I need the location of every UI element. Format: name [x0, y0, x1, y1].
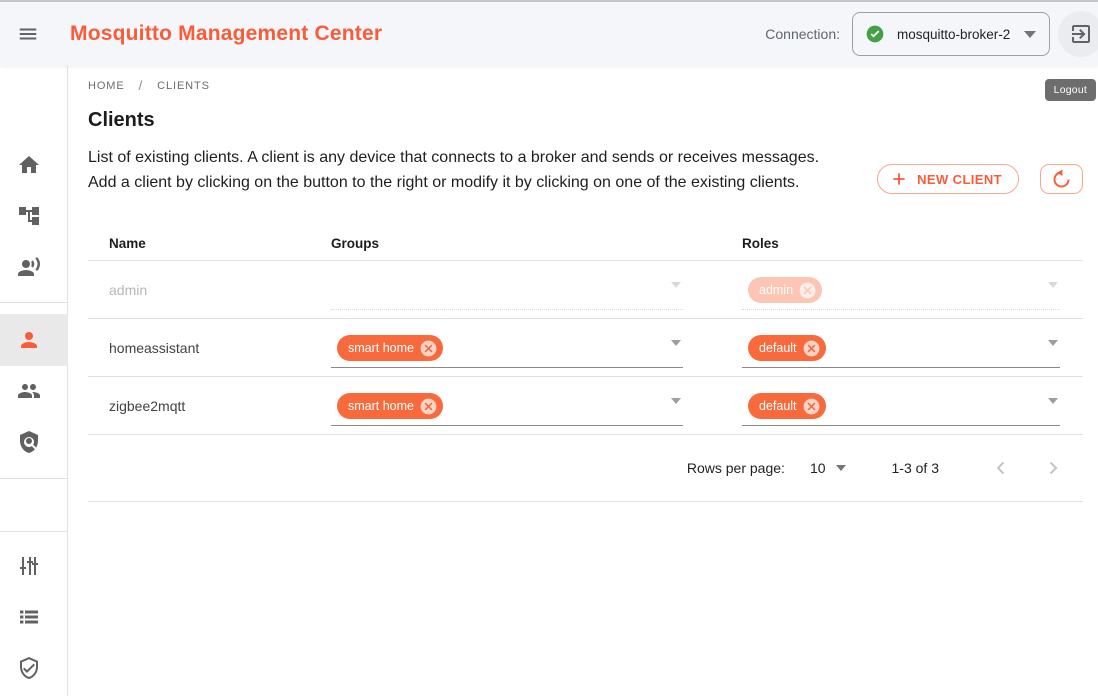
logout-icon [1069, 22, 1093, 46]
sidebar-item-topology[interactable] [0, 190, 68, 242]
refresh-icon [1051, 169, 1072, 190]
main-content: HOME / CLIENTS Clients List of existing … [68, 66, 1098, 696]
chip-delete-icon[interactable] [802, 397, 821, 416]
chevron-down-icon [671, 340, 681, 346]
groups-select[interactable]: smart home [331, 386, 683, 426]
breadcrumb-current: CLIENTS [157, 80, 210, 92]
rows-per-page-label: Rows per page: [687, 460, 785, 476]
chip-label: smart home [348, 399, 414, 413]
rows-per-page-select[interactable]: 10 [810, 460, 846, 476]
sidebar-item-home[interactable] [0, 139, 68, 191]
shield-check-icon [17, 656, 41, 680]
chip-delete-icon[interactable] [419, 397, 438, 416]
previous-page-button[interactable] [981, 448, 1021, 488]
roles-select[interactable]: default [742, 328, 1060, 368]
chevron-down-icon [836, 465, 846, 471]
group-chip: smart home [337, 335, 443, 361]
table-row[interactable]: homeassistant smart home d [88, 319, 1083, 377]
table-header-row: Name Groups Roles [88, 226, 1083, 261]
connection-value: mosquitto-broker-2 [897, 27, 1010, 42]
sidebar-item-settings[interactable] [0, 540, 68, 592]
policy-icon [17, 430, 41, 454]
logout-tooltip: Logout [1045, 79, 1096, 101]
group-icon [17, 379, 41, 403]
chevron-down-icon [1048, 282, 1058, 288]
sidebar-item-clients[interactable] [0, 314, 68, 366]
rows-per-page-value: 10 [810, 460, 826, 476]
chip-delete-icon[interactable] [419, 339, 438, 358]
sidebar-divider [0, 302, 68, 303]
connected-check-icon [865, 24, 885, 44]
chip-label: admin [759, 283, 793, 297]
chip-delete-icon[interactable] [802, 339, 821, 358]
client-name: homeassistant [88, 340, 331, 356]
chip-label: smart home [348, 341, 414, 355]
table-pagination: Rows per page: 10 1-3 of 3 [88, 435, 1083, 502]
chevron-down-icon [1048, 340, 1058, 346]
new-client-label: NEW CLIENT [917, 172, 1002, 187]
chevron-down-icon [1048, 398, 1058, 404]
sidebar-nav [0, 66, 68, 696]
column-header-groups: Groups [331, 236, 742, 251]
broadcast-person-icon [17, 255, 41, 279]
group-chip: smart home [337, 393, 443, 419]
page-title: Clients [88, 109, 1083, 132]
clients-table: Name Groups Roles admin admin [88, 226, 1083, 502]
refresh-button[interactable] [1040, 164, 1083, 194]
connection-label: Connection: [765, 26, 840, 42]
sidebar-item-security[interactable] [0, 642, 68, 694]
table-row[interactable]: zigbee2mqtt smart home def [88, 377, 1083, 435]
app-header: Mosquitto Management Center Connection: … [0, 2, 1098, 66]
breadcrumb-separator: / [139, 78, 144, 93]
chip-delete-icon[interactable] [798, 281, 817, 300]
column-header-roles: Roles [742, 236, 1083, 251]
connection-select[interactable]: mosquitto-broker-2 [852, 12, 1050, 56]
plus-icon [890, 170, 908, 188]
sidebar-item-roles[interactable] [0, 416, 68, 468]
next-page-button[interactable] [1033, 448, 1073, 488]
client-name: admin [88, 282, 331, 298]
sidebar-item-groups[interactable] [0, 365, 68, 417]
sidebar-divider [0, 478, 68, 479]
groups-select[interactable] [331, 270, 683, 310]
table-row[interactable]: admin admin [88, 261, 1083, 319]
topology-icon [17, 204, 41, 228]
menu-icon[interactable] [6, 12, 50, 56]
app-title: Mosquitto Management Center [70, 22, 382, 46]
chip-label: default [759, 341, 797, 355]
list-icon [17, 605, 41, 629]
home-icon [17, 153, 41, 177]
chevron-down-icon [671, 282, 681, 288]
chevron-right-icon [1041, 456, 1065, 480]
pagination-range: 1-3 of 3 [892, 460, 939, 476]
client-name: zigbee2mqtt [88, 398, 331, 414]
role-chip: default [748, 393, 826, 419]
new-client-button[interactable]: NEW CLIENT [877, 164, 1019, 194]
chevron-down-icon [671, 398, 681, 404]
logout-button[interactable] [1058, 11, 1098, 57]
breadcrumb: HOME / CLIENTS [88, 78, 1083, 93]
roles-select[interactable]: admin [742, 270, 1060, 310]
column-header-name: Name [88, 236, 331, 251]
role-chip: default [748, 335, 826, 361]
sidebar-item-listeners[interactable] [0, 241, 68, 293]
sidebar-item-logs[interactable] [0, 591, 68, 643]
tune-icon [17, 554, 41, 578]
sidebar-divider [0, 531, 68, 532]
roles-select[interactable]: default [742, 386, 1060, 426]
person-icon [17, 328, 41, 352]
page-description: List of existing clients. A client is an… [88, 145, 836, 195]
chip-label: default [759, 399, 797, 413]
chevron-down-icon [1024, 31, 1036, 38]
breadcrumb-home[interactable]: HOME [88, 80, 125, 92]
groups-select[interactable]: smart home [331, 328, 683, 368]
chevron-left-icon [989, 456, 1013, 480]
role-chip: admin [748, 277, 822, 303]
